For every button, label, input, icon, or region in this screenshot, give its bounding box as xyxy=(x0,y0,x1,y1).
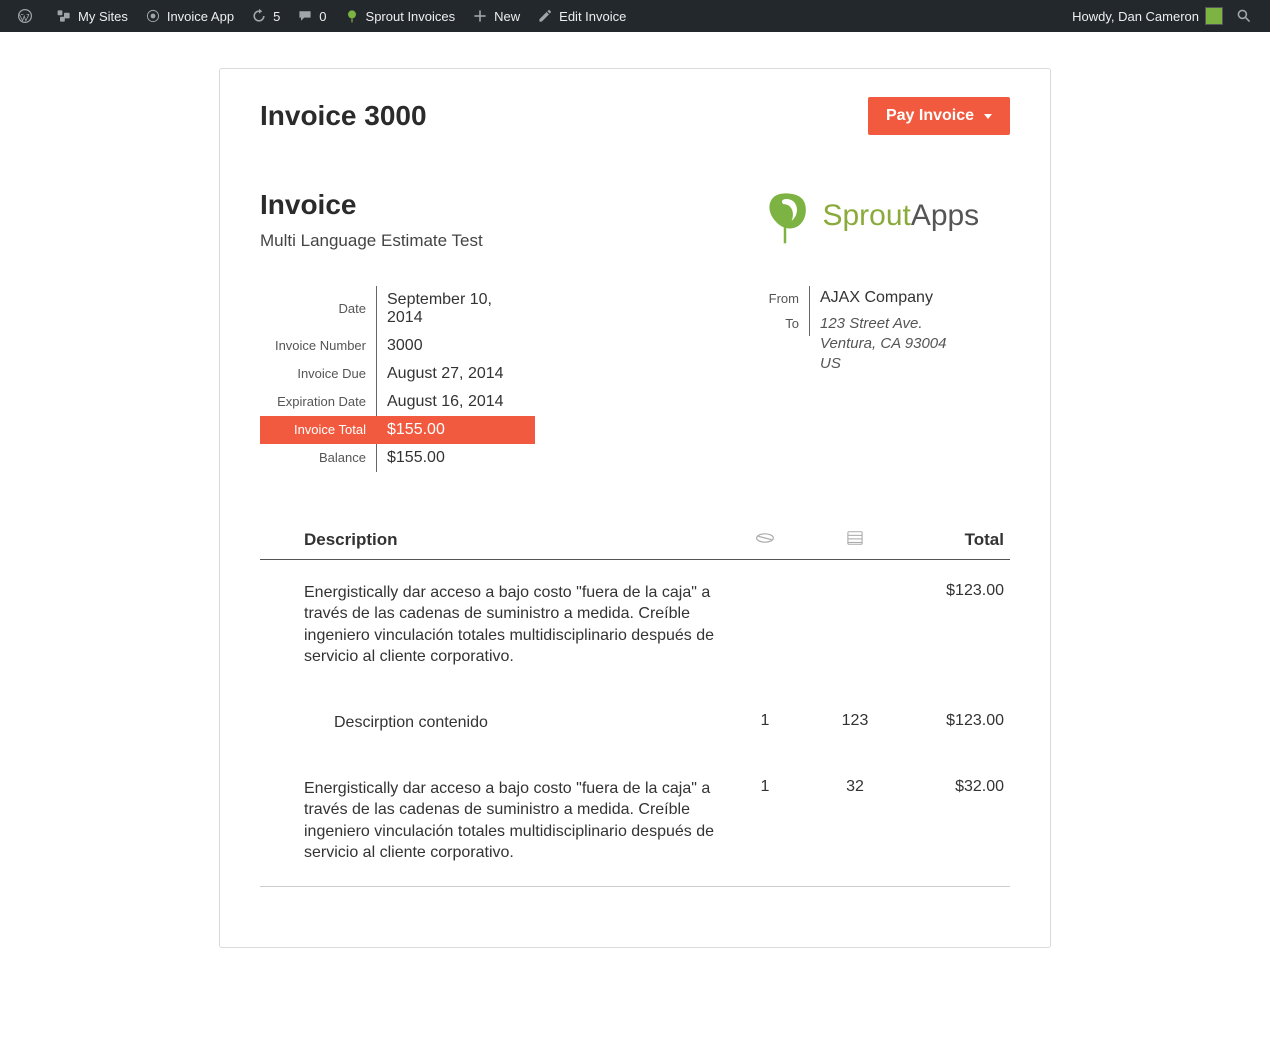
line-item-description: Energistically dar acceso a bajo costo "… xyxy=(260,778,720,864)
site-name-label: Invoice App xyxy=(167,9,234,24)
meta-total-label: Invoice Total xyxy=(260,416,377,444)
line-item-total: $123.00 xyxy=(900,582,1010,668)
meta-due-label: Invoice Due xyxy=(260,360,377,388)
invoice-document: Invoice 3000 Pay Invoice Invoice Multi L… xyxy=(219,68,1051,948)
meta-expiration-label: Expiration Date xyxy=(260,388,377,416)
meta-date-label: Date xyxy=(260,286,377,332)
qty-icon xyxy=(755,530,775,549)
new-content[interactable]: New xyxy=(463,0,528,32)
greeting-label: Howdy, Dan Cameron xyxy=(1072,9,1199,24)
wordpress-icon xyxy=(16,7,34,25)
admin-home-icon xyxy=(144,7,162,25)
line-item-description: Energistically dar acceso a bajo costo "… xyxy=(260,582,720,668)
search-toggle[interactable] xyxy=(1231,0,1262,32)
search-icon xyxy=(1235,7,1253,25)
address-city: Ventura, CA 93004 xyxy=(820,334,1000,354)
invoice-subtitle: Multi Language Estimate Test xyxy=(260,231,483,251)
edit-invoice[interactable]: Edit Invoice xyxy=(528,0,634,32)
line-item-description: Descirption contenido xyxy=(260,712,720,734)
chevron-down-icon xyxy=(984,114,992,119)
col-rate-header xyxy=(810,530,900,551)
comments-count: 0 xyxy=(319,9,326,24)
my-sites-label: My Sites xyxy=(78,9,128,24)
line-item: Energistically dar acceso a bajo costo "… xyxy=(260,560,1010,690)
address-country: US xyxy=(820,354,1000,374)
line-items-body: Energistically dar acceso a bajo costo "… xyxy=(260,560,1010,887)
wp-admin-bar: My Sites Invoice App 5 0 Sprout Invoices xyxy=(0,0,1270,32)
updates-count: 5 xyxy=(273,9,280,24)
line-item-rate: 32 xyxy=(810,778,900,864)
company-logo: SproutApps xyxy=(760,185,1010,256)
comments-icon xyxy=(296,7,314,25)
updates[interactable]: 5 xyxy=(242,0,288,32)
comments[interactable]: 0 xyxy=(288,0,334,32)
to-label: To xyxy=(760,311,810,336)
page-title: Invoice 3000 xyxy=(260,100,427,132)
col-total-header: Total xyxy=(900,530,1010,551)
invoice-heading: Invoice xyxy=(260,189,483,221)
col-description-header: Description xyxy=(260,530,720,551)
line-item: Energistically dar acceso a bajo costo "… xyxy=(260,756,1010,887)
line-item-qty: 1 xyxy=(720,712,810,734)
sprout-invoices-menu[interactable]: Sprout Invoices xyxy=(335,0,464,32)
meta-due-value: August 27, 2014 xyxy=(377,360,535,388)
meta-total-value: $155.00 xyxy=(377,416,535,444)
edit-icon xyxy=(536,7,554,25)
col-qty-header xyxy=(720,530,810,551)
line-item: Descirption contenido1123$123.00 xyxy=(260,690,1010,756)
meta-balance-value: $155.00 xyxy=(377,444,535,472)
plus-icon xyxy=(471,7,489,25)
sprout-invoices-label: Sprout Invoices xyxy=(366,9,456,24)
from-label: From xyxy=(760,286,810,311)
my-account[interactable]: Howdy, Dan Cameron xyxy=(1064,0,1231,32)
line-item-rate xyxy=(810,582,900,668)
line-item-total: $32.00 xyxy=(900,778,1010,864)
line-item-qty: 1 xyxy=(720,778,810,864)
avatar xyxy=(1205,7,1223,25)
meta-balance-label: Balance xyxy=(260,444,377,472)
line-item-total: $123.00 xyxy=(900,712,1010,734)
sprout-icon xyxy=(343,7,361,25)
meta-number-value: 3000 xyxy=(377,332,535,360)
from-company: AJAX Company xyxy=(820,289,1000,307)
site-name[interactable]: Invoice App xyxy=(136,0,242,32)
meta-date-value: September 10, 2014 xyxy=(377,286,535,332)
line-items-header: Description Total xyxy=(260,522,1010,560)
wp-logo[interactable] xyxy=(8,0,47,32)
pay-invoice-button[interactable]: Pay Invoice xyxy=(868,97,1010,135)
line-item-rate: 123 xyxy=(810,712,900,734)
svg-text:SproutApps: SproutApps xyxy=(822,199,979,232)
update-icon xyxy=(250,7,268,25)
edit-invoice-label: Edit Invoice xyxy=(559,9,626,24)
meta-expiration-value: August 16, 2014 xyxy=(377,388,535,416)
new-label: New xyxy=(494,9,520,24)
pay-invoice-label: Pay Invoice xyxy=(886,107,974,125)
my-sites[interactable]: My Sites xyxy=(47,0,136,32)
line-item-qty xyxy=(720,582,810,668)
address-street: 123 Street Ave. xyxy=(820,314,1000,334)
rate-icon xyxy=(846,531,864,550)
meta-number-label: Invoice Number xyxy=(260,332,377,360)
admin-multisite-icon xyxy=(55,7,73,25)
